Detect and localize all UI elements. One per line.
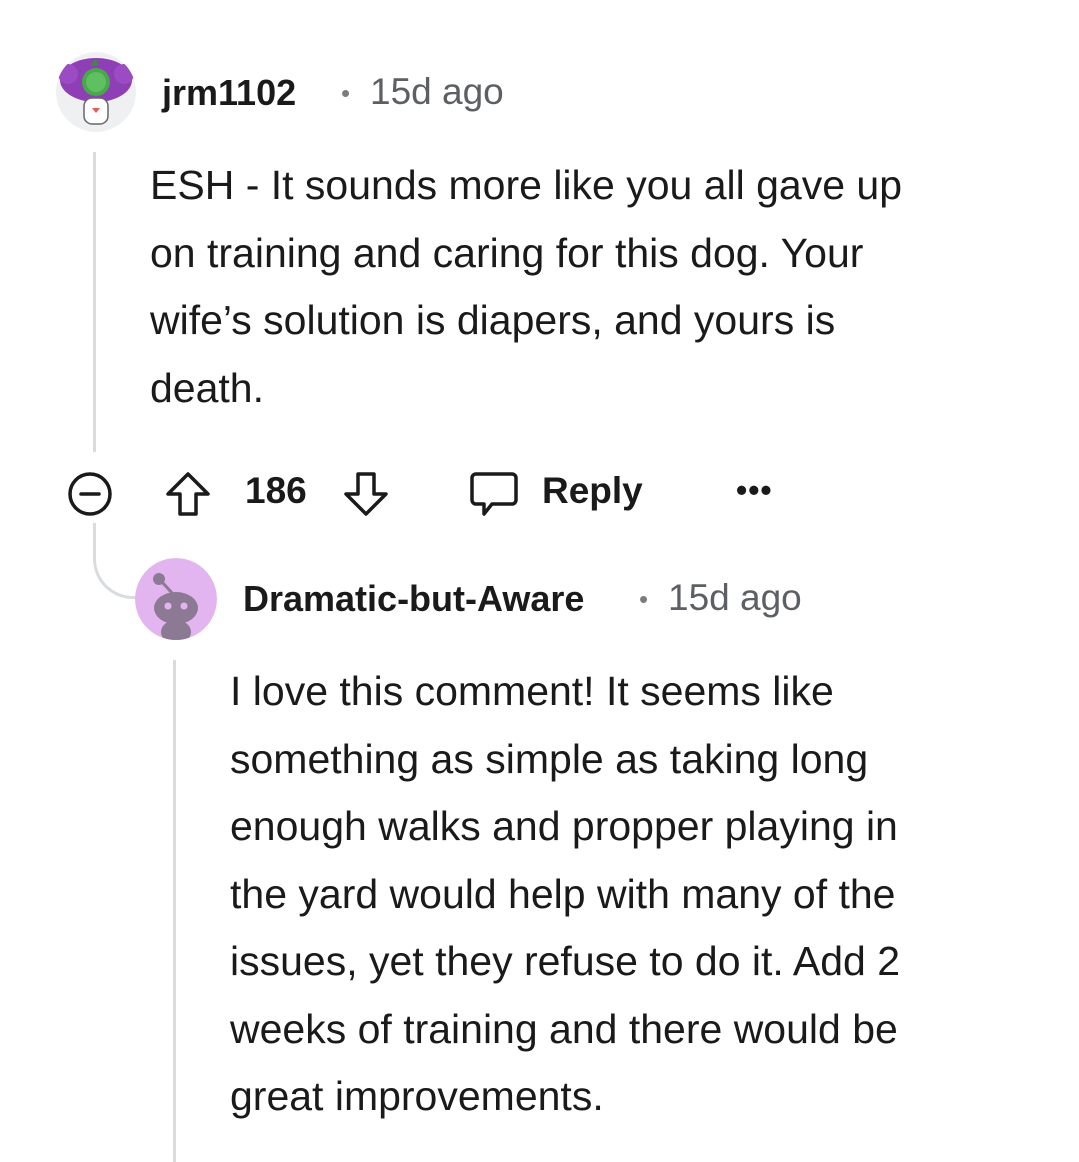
speech-bubble-icon (468, 468, 520, 518)
comment-body-line: enough walks and propper playing in (230, 803, 898, 849)
comment-body-line: something as simple as taking long (230, 735, 869, 782)
comment-author[interactable]: Dramatic-but-Aware (243, 578, 584, 620)
comment-body-line: the yard would help with many of the (230, 870, 896, 917)
more-options-icon[interactable]: ••• (736, 472, 773, 509)
thread-line-nested (173, 660, 176, 1162)
comment-body-line: on training and caring for this dog. You… (150, 229, 864, 276)
meta-separator: • (639, 584, 649, 614)
thread-line-top (93, 152, 96, 452)
comment-body-line: death. (150, 364, 264, 411)
comment-body-line: ESH - It sounds more like you all gave u… (150, 162, 903, 208)
upvote-arrow-icon[interactable] (162, 468, 214, 520)
downvote-arrow-icon[interactable] (340, 468, 392, 520)
comment-action-bar: 186 Reply ••• (62, 462, 822, 522)
comment-body-line: weeks of training and there would be (230, 1005, 898, 1052)
meta-separator: • (341, 78, 351, 108)
comment-author[interactable]: jrm1102 (162, 72, 296, 114)
comment-body-line: wife’s solution is diapers, and yours is (150, 297, 836, 343)
reply-label: Reply (542, 470, 643, 511)
comment-body-line: great improvements. (230, 1073, 604, 1119)
vote-count: 186 (245, 470, 307, 511)
comment-body-line: I love this comment! It seems like (230, 668, 834, 714)
comment-timestamp[interactable]: 15d ago (370, 71, 504, 113)
comment-body: I love this comment! It seems like somet… (230, 658, 900, 1131)
reply-button[interactable]: Reply (466, 462, 666, 522)
minus-circle-icon[interactable] (66, 470, 114, 518)
default-snoo-avatar-icon[interactable] (135, 558, 217, 640)
comment-body-line: issues, yet they refuse to do it. Add 2 (230, 938, 901, 984)
comment-body: ESH - It sounds more like you all gave u… (150, 152, 902, 422)
snoo-avatar-purple-hair-icon[interactable] (56, 52, 136, 132)
comment-timestamp[interactable]: 15d ago (668, 577, 802, 619)
